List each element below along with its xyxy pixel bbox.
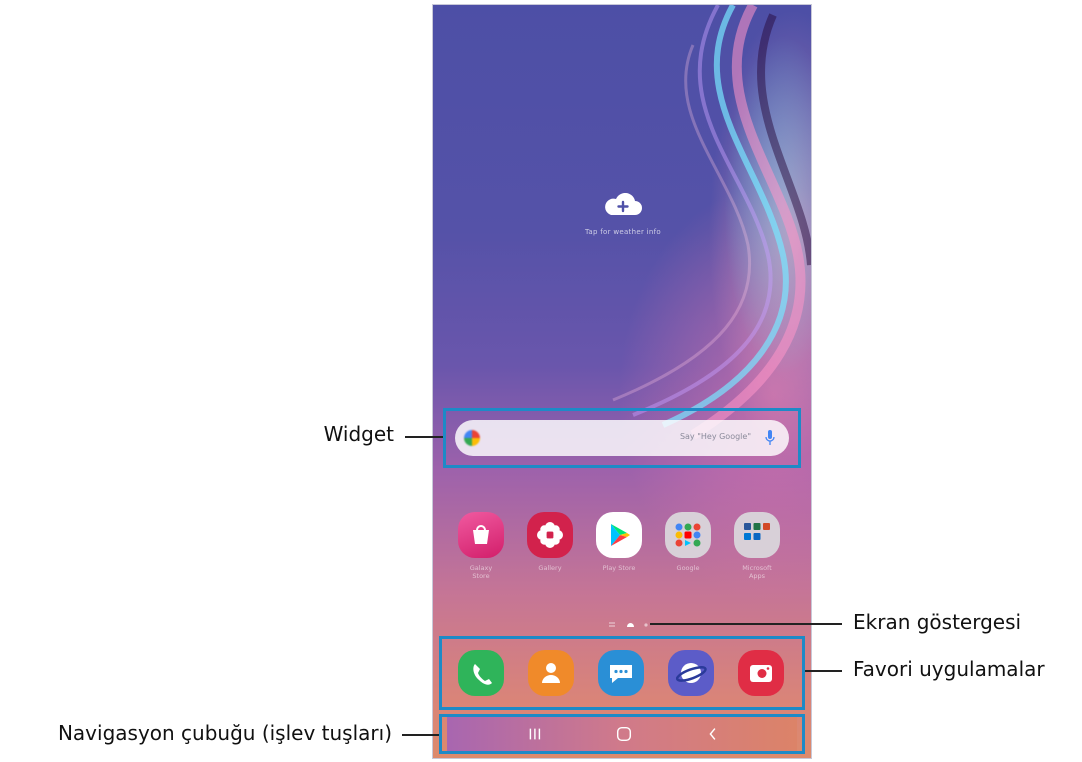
screen-indicator-label: Ekran göstergesi [853,610,1022,634]
folder-icon [665,512,711,558]
app-label: Microsoft Apps [742,564,772,580]
navbar-leader-line [402,734,439,736]
play-store-icon [596,512,642,558]
app-microsoft-folder[interactable]: Microsoft Apps [727,512,787,580]
app-label: Google [676,564,700,572]
favorite-apps-label: Favori uygulamalar [853,657,1045,681]
navbar-highlight [439,714,805,754]
weather-hint[interactable]: Tap for weather info [433,228,811,236]
shopping-bag-icon [458,512,504,558]
widget-label: Widget [323,422,394,446]
folder-icon [734,512,780,558]
screen-indicator-leader-line [650,623,842,625]
app-galaxy-store[interactable]: Galaxy Store [451,512,511,580]
app-gallery[interactable]: Gallery [520,512,580,572]
app-play-store[interactable]: Play Store [589,512,649,572]
widget-highlight [443,408,801,468]
widget-leader-line [405,436,443,438]
favorites-highlight [439,636,805,710]
favorites-leader-line [805,670,842,672]
app-google-folder[interactable]: Google [658,512,718,572]
app-label: Galaxy Store [469,564,493,580]
app-label: Play Store [602,564,636,572]
navigation-bar-label: Navigasyon çubuğu (işlev tuşları) [57,721,392,745]
app-label: Gallery [538,564,562,572]
cloud-plus-icon[interactable] [603,193,643,217]
flower-icon [527,512,573,558]
